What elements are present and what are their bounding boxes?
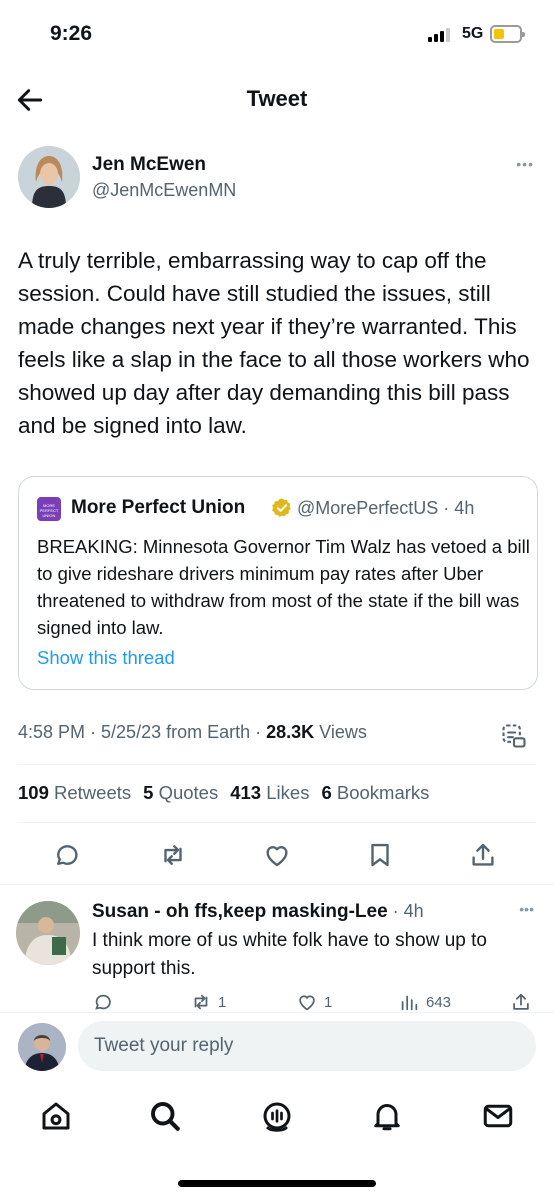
views-icon [401,995,418,1011]
bookmarks-count: 6 [321,782,332,803]
tweet-actions [0,836,554,872]
like-icon[interactable] [262,840,292,870]
likes-count: 413 [230,782,262,803]
reply-time: · 4h [387,901,424,921]
retweets-count: 109 [18,782,49,803]
like-icon [299,995,315,1011]
retweets-label: Retweets [54,782,132,803]
quotes-label: Quotes [158,782,219,803]
user-avatar[interactable] [18,1023,66,1071]
reply-avatar[interactable] [16,901,80,965]
quoted-tweet-text: BREAKING: Minnesota Governor Tim Walz ha… [37,536,530,638]
analytics-icon[interactable] [500,722,528,750]
more-icon[interactable]: ••• [516,156,534,172]
quoted-author-logo: MORE PERFECT UNION [37,497,61,521]
reply-retweet-button[interactable]: 1 [190,991,226,1013]
reply-tweet[interactable]: Susan - oh ffs,keep masking-Lee · 4h •••… [0,884,554,1014]
quoted-author-name: More Perfect Union [71,497,246,518]
messages-icon[interactable] [480,1098,516,1134]
tweet-meta: 4:58 PM · 5/25/23 from Earth · 28.3K Vie… [18,722,367,743]
divider [18,764,536,765]
tweet-stats: 109 Retweets 5 Quotes 413 Likes 6 Bookma… [18,782,429,804]
tweet-author: Jen McEwen @JenMcEwenMN ••• [18,146,538,212]
reply-like-button[interactable]: 1 [296,991,332,1013]
quotes-count: 5 [143,782,154,803]
more-icon[interactable]: ••• [519,901,534,917]
bookmarks-label: Bookmarks [336,782,430,803]
search-icon[interactable] [147,1098,183,1134]
author-avatar-image [18,146,80,208]
spaces-icon[interactable] [259,1098,295,1134]
quoted-tweet-card[interactable]: MORE PERFECT UNION More Perfect Union @M… [18,476,538,690]
page-title: Tweet [246,86,308,111]
likes-label: Likes [266,782,310,803]
tweet-timestamp: 4:58 PM · 5/25/23 from Earth · [18,722,267,742]
reply-view-count: 643 [426,993,452,1011]
reply-composer [0,1012,554,1084]
signal-icon [428,28,450,42]
status-bar: 9:26 5G [0,0,554,70]
user-avatar-image [18,1023,66,1071]
share-icon [513,993,529,1010]
reply-icon[interactable] [52,840,82,870]
battery-icon [490,25,525,43]
status-time: 9:26 [50,22,93,45]
bookmarks-stat[interactable]: 6 Bookmarks [321,782,429,804]
quoted-author-handle: @MorePerfectUS · 4h [297,498,475,518]
reply-avatar-image [16,901,80,965]
reply-author-name[interactable]: Susan - oh ffs,keep masking-Lee · 4h [92,901,424,923]
notifications-icon[interactable] [369,1098,405,1134]
reply-views-button[interactable]: 643 [398,991,451,1013]
bookmark-icon[interactable] [365,840,395,870]
show-thread-link[interactable]: Show this thread [37,647,175,669]
retweet-icon [194,994,208,1010]
home-icon[interactable] [38,1098,74,1134]
home-indicator [178,1180,376,1187]
reply-like-count: 1 [324,993,333,1011]
retweets-stat[interactable]: 109 Retweets [18,782,131,804]
retweet-icon[interactable] [158,840,188,870]
verified-badge-icon [272,498,291,517]
network-label: 5G [462,25,484,42]
reply-actions: 1 1 643 [92,987,542,1015]
author-name[interactable]: Jen McEwen [92,154,206,176]
author-handle[interactable]: @JenMcEwenMN [92,180,236,201]
reply-input[interactable] [78,1021,536,1071]
top-bar: Tweet [0,70,554,130]
tweet-text: A truly terrible, embarrassing way to ca… [18,248,530,438]
reply-reply-button[interactable] [92,991,114,1013]
views-label: Views [314,722,367,742]
reply-retweet-count: 1 [218,993,227,1011]
divider [18,822,536,823]
reply-author-label: Susan - oh ffs,keep masking-Lee [92,901,388,922]
views-count: 28.3K [266,722,315,742]
quotes-stat[interactable]: 5 Quotes [143,782,218,804]
share-icon[interactable] [468,840,498,870]
author-avatar[interactable] [18,146,80,208]
bottom-tab-bar [0,1084,554,1154]
reply-text: I think more of us white folk have to sh… [92,930,487,979]
likes-stat[interactable]: 413 Likes [230,782,309,804]
reply-icon [95,994,111,1010]
reply-share-button[interactable] [510,991,532,1013]
